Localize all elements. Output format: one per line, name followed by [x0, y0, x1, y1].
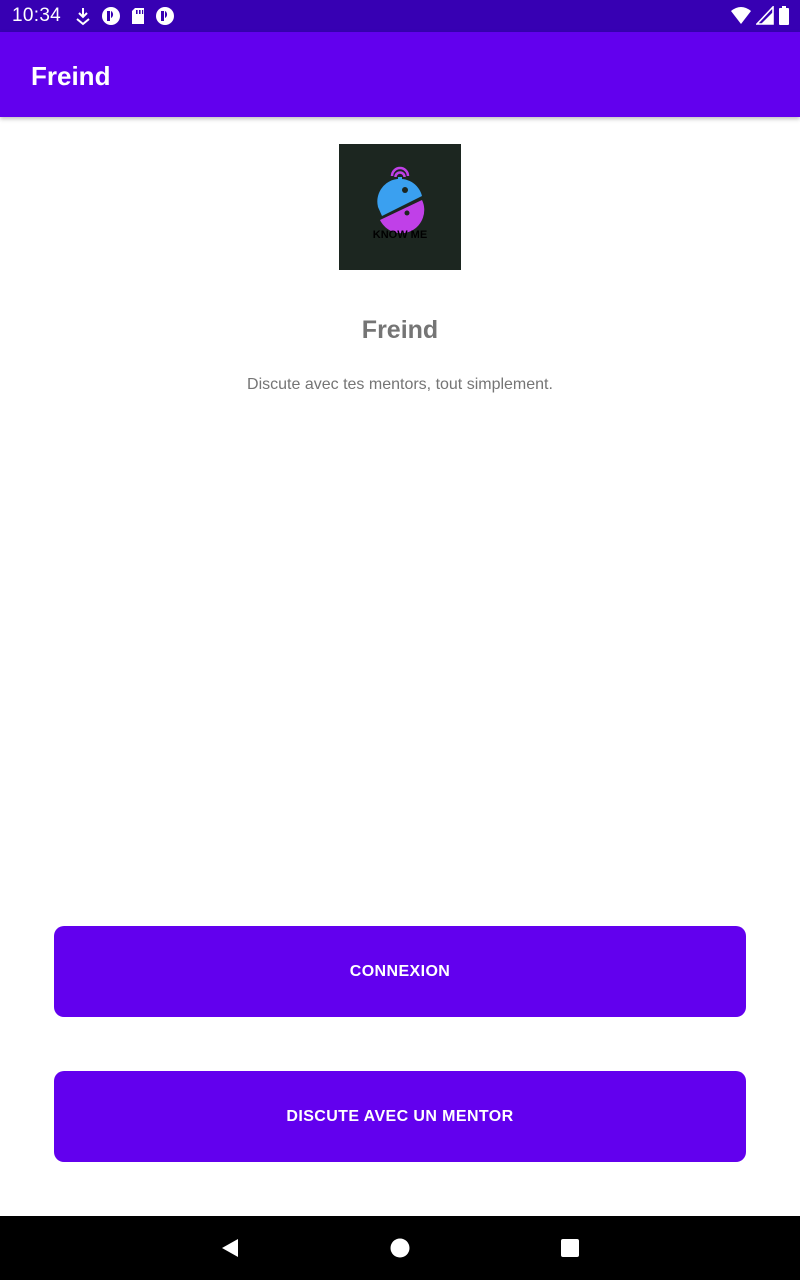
back-button[interactable] — [214, 1232, 246, 1264]
status-system-icons — [730, 6, 790, 26]
app-title: Freind — [31, 61, 111, 91]
tagline: Discute avec tes mentors, tout simplemen… — [247, 376, 553, 393]
app-notification-icon — [101, 6, 121, 26]
download-icon — [74, 6, 92, 26]
brand-name: Freind — [361, 316, 439, 344]
app-notification-icon — [155, 6, 175, 26]
wifi-icon — [730, 6, 752, 26]
home-icon — [390, 1238, 410, 1258]
back-icon — [222, 1239, 238, 1257]
recents-button[interactable] — [554, 1232, 586, 1264]
logo-text: KNOW ME — [373, 229, 427, 241]
chat-with-mentor-button[interactable]: DISCUTE AVEC UN MENTOR — [54, 1071, 746, 1162]
navigation-bar — [0, 1216, 800, 1280]
app-bar: Freind — [0, 32, 800, 117]
battery-icon — [778, 6, 790, 26]
home-button[interactable] — [384, 1232, 416, 1264]
recents-icon — [561, 1239, 579, 1257]
status-time: 10:34 — [12, 5, 62, 26]
sd-card-icon — [130, 6, 146, 26]
status-notification-icons — [74, 6, 175, 26]
status-bar: 10:34 — [0, 0, 800, 32]
know-me-logo: KNOW ME — [339, 144, 461, 270]
connexion-button[interactable]: CONNEXION — [54, 926, 746, 1017]
cell-signal-icon — [756, 6, 774, 26]
